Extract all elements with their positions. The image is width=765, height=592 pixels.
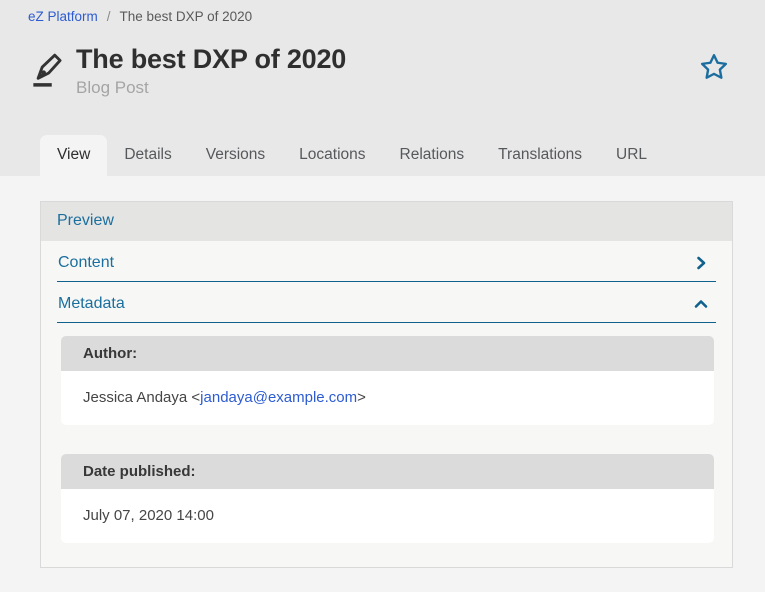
accordion-metadata[interactable]: Metadata [57, 282, 716, 323]
author-email-link[interactable]: jandaya@example.com [200, 389, 357, 406]
accordion-content[interactable]: Content [57, 241, 716, 282]
bookmark-button[interactable] [699, 52, 729, 82]
tab-translations[interactable]: Translations [481, 135, 599, 176]
preview-panel: Preview Content Metadata Author: Jessica… [40, 201, 733, 568]
title-row: The best DXP of 2020 Blog Post [0, 24, 765, 98]
tab-locations[interactable]: Locations [282, 135, 382, 176]
tab-content: Preview Content Metadata Author: Jessica… [0, 176, 765, 568]
title-block: The best DXP of 2020 Blog Post [76, 44, 699, 98]
preview-section-header: Preview [41, 202, 732, 241]
pen-icon [28, 49, 66, 91]
breadcrumb-current: The best DXP of 2020 [120, 9, 253, 24]
page-title: The best DXP of 2020 [76, 44, 699, 75]
tab-view[interactable]: View [40, 135, 107, 176]
date-published-field: Date published: July 07, 2020 14:00 [61, 454, 714, 543]
breadcrumb: eZ Platform / The best DXP of 2020 [0, 0, 765, 24]
date-published-value: July 07, 2020 14:00 [61, 489, 714, 543]
tab-versions[interactable]: Versions [189, 135, 282, 176]
author-field-label: Author: [61, 336, 714, 371]
content-type-label: Blog Post [76, 78, 699, 98]
author-field-value: Jessica Andaya <jandaya@example.com> [61, 371, 714, 425]
chevron-up-icon [694, 297, 708, 311]
star-icon [699, 70, 729, 85]
author-field: Author: Jessica Andaya <jandaya@example.… [61, 336, 714, 425]
accordion-content-label: Content [58, 254, 114, 272]
breadcrumb-root-link[interactable]: eZ Platform [28, 9, 98, 24]
author-name: Jessica Andaya < [83, 389, 200, 406]
accordion-metadata-label: Metadata [58, 295, 125, 313]
tab-bar: View Details Versions Locations Relation… [0, 135, 765, 176]
tab-url[interactable]: URL [599, 135, 664, 176]
breadcrumb-separator: / [107, 9, 111, 24]
page-header: eZ Platform / The best DXP of 2020 The b… [0, 0, 765, 176]
date-published-label: Date published: [61, 454, 714, 489]
tab-details[interactable]: Details [107, 135, 188, 176]
tab-relations[interactable]: Relations [383, 135, 482, 176]
chevron-right-icon [694, 256, 708, 270]
author-value-suffix: > [357, 389, 366, 406]
